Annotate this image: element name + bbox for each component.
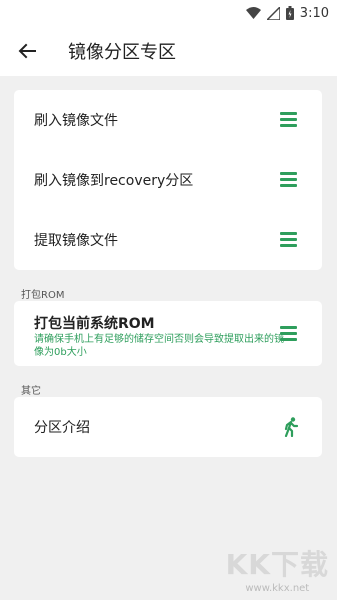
watermark: KK下载 www.kkx.net: [226, 543, 329, 594]
arrow-left-icon: [18, 43, 36, 59]
watermark-logo: KK下载: [225, 548, 329, 581]
battery-icon: [285, 6, 294, 20]
wifi-icon: [245, 7, 261, 19]
partition-intro-label: 分区介绍: [34, 420, 90, 436]
rom-card: 打包当前系统ROM 请确保手机上有足够的储存空间否则会导致提取出来的镜像为0b大…: [14, 301, 322, 366]
menu-icon: [280, 325, 300, 342]
pack-rom-title: 打包当前系统ROM: [34, 316, 155, 332]
app-bar: 镜像分区专区: [0, 26, 337, 76]
running-person-icon: [284, 417, 299, 437]
section-label-rom: 打包ROM: [21, 290, 65, 301]
signal-icon: [266, 6, 280, 20]
flash-image-label: 刷入镜像文件: [34, 113, 118, 129]
section-label-other: 其它: [21, 386, 41, 397]
other-card: 分区介绍: [14, 397, 322, 457]
partition-intro-item[interactable]: 分区介绍: [14, 397, 322, 457]
page-title: 镜像分区专区: [68, 42, 176, 63]
status-time: 3:10: [299, 5, 329, 21]
status-bar: 3:10: [0, 0, 337, 26]
pack-rom-item[interactable]: 打包当前系统ROM 请确保手机上有足够的储存空间否则会导致提取出来的镜像为0b大…: [14, 301, 322, 366]
status-icons: 3:10: [245, 4, 329, 22]
extract-image-item[interactable]: 提取镜像文件: [14, 210, 322, 270]
menu-icon: [280, 232, 300, 248]
menu-icon: [280, 172, 300, 188]
flash-recovery-item[interactable]: 刷入镜像到recovery分区: [14, 150, 322, 210]
flash-options-card: 刷入镜像文件 刷入镜像到recovery分区 提取镜像文件: [14, 90, 322, 270]
back-button[interactable]: [14, 38, 40, 64]
menu-icon: [280, 112, 300, 128]
extract-image-label: 提取镜像文件: [34, 233, 118, 249]
pack-rom-description: 请确保手机上有足够的储存空间否则会导致提取出来的镜像为0b大小: [34, 334, 284, 358]
flash-image-item[interactable]: 刷入镜像文件: [14, 90, 322, 150]
watermark-url: www.kkx.net: [245, 583, 310, 594]
flash-recovery-label: 刷入镜像到recovery分区: [34, 173, 194, 189]
